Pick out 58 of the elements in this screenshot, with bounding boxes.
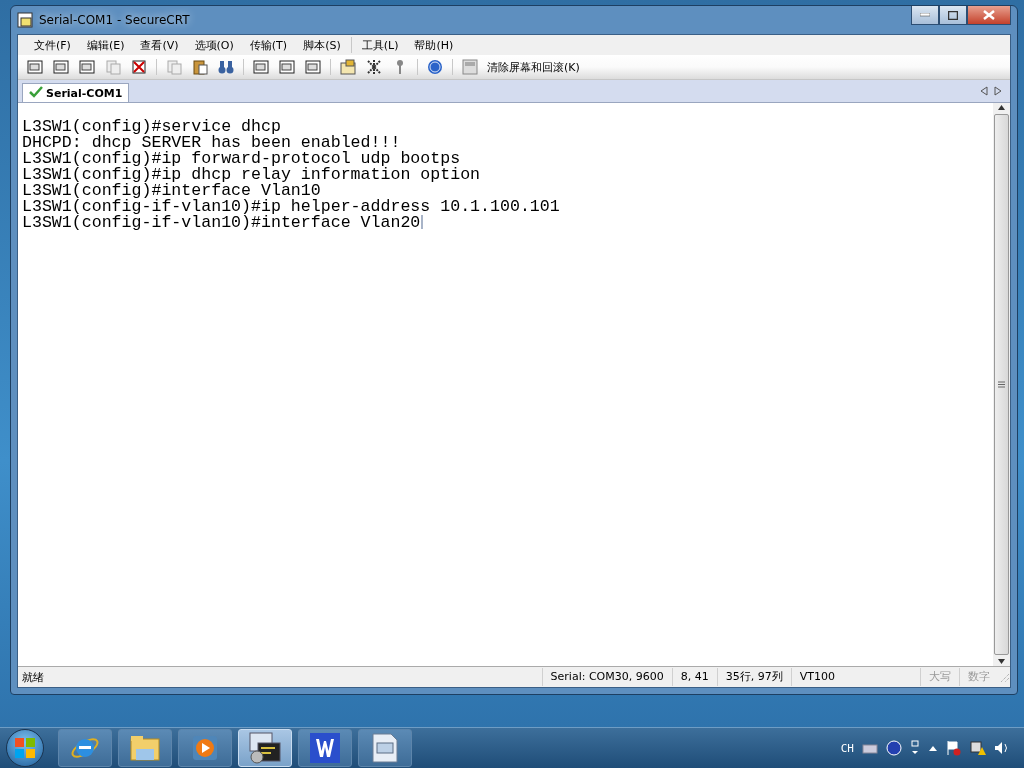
binoculars-icon bbox=[218, 59, 234, 75]
maximize-icon bbox=[948, 10, 958, 20]
scrollbar[interactable] bbox=[993, 103, 1010, 666]
windows-logo-icon bbox=[14, 737, 36, 759]
clear-button[interactable] bbox=[459, 57, 481, 77]
minimize-button[interactable] bbox=[911, 6, 939, 25]
language-indicator[interactable]: CH bbox=[840, 741, 854, 755]
tab-right-icon bbox=[994, 86, 1002, 96]
resize-grip-icon bbox=[998, 671, 1010, 683]
window-title: Serial-COM1 - SecureCRT bbox=[39, 13, 190, 27]
terminal-line: L3SW1(config-if-vlan10)#ip helper-address 10.1.100.101 bbox=[22, 197, 560, 216]
minimize-icon bbox=[920, 13, 930, 17]
status-field: VT100 bbox=[790, 668, 843, 686]
session-tab[interactable]: Serial-COM1 bbox=[22, 83, 130, 102]
status-field: 8, 41 bbox=[671, 668, 717, 686]
menu-item[interactable]: 工具(L) bbox=[353, 37, 407, 53]
menu-item[interactable]: 编辑(E) bbox=[78, 37, 133, 53]
terminal-line: L3SW1(config)#ip forward-protocol udp bootps bbox=[22, 149, 461, 168]
status-field: 数字 bbox=[959, 668, 998, 686]
tab-left-icon bbox=[980, 86, 988, 96]
check-icon bbox=[29, 85, 43, 98]
taskbar-button[interactable] bbox=[298, 729, 352, 767]
terminal-line: L3SW1(config)#ip dhcp relay information option bbox=[22, 165, 481, 184]
keyboard-icon bbox=[862, 742, 878, 754]
terminal-line: L3SW1(config)#interface Vlan10 bbox=[22, 181, 321, 200]
menu-item[interactable]: 帮助(H) bbox=[406, 37, 462, 53]
close-icon bbox=[983, 10, 995, 20]
clear-icon bbox=[462, 59, 478, 75]
show-hidden-icon bbox=[928, 744, 938, 752]
grip-icon bbox=[998, 381, 1005, 388]
play-icon bbox=[193, 736, 217, 760]
app-window-icon bbox=[17, 12, 33, 28]
copy-icon bbox=[166, 59, 182, 75]
clear-screen-button[interactable]: 清除屏幕和回滚(K) bbox=[485, 59, 582, 75]
network-warning-icon bbox=[970, 740, 986, 756]
menu-item[interactable]: 脚本(S) bbox=[295, 37, 349, 53]
close-button[interactable] bbox=[967, 6, 1011, 25]
terminal-line: L3SW1(config-if-vlan10)#interface Vlan20 bbox=[22, 213, 421, 232]
menu-item[interactable]: 选项(O) bbox=[186, 37, 242, 53]
document-w-icon bbox=[310, 733, 340, 763]
terminal-app-icon bbox=[249, 732, 281, 764]
document-icon bbox=[372, 733, 398, 763]
status-field: 大写 bbox=[920, 668, 959, 686]
paste-icon bbox=[192, 59, 208, 75]
status-field: 35行, 97列 bbox=[716, 668, 791, 686]
menu-item[interactable]: 查看(V) bbox=[132, 37, 187, 53]
terminal-line: DHCPD: dhcp SERVER has been enabled!!! bbox=[22, 133, 401, 152]
status-message: 就绪 bbox=[21, 669, 44, 685]
speaker-icon bbox=[994, 740, 1010, 756]
maximize-button[interactable] bbox=[939, 6, 967, 25]
start-button[interactable] bbox=[6, 729, 44, 767]
status-field: Serial: COM30, 9600 bbox=[541, 668, 672, 686]
menu-item[interactable]: 传输(T) bbox=[241, 37, 296, 53]
terminal-line: L3SW1(config)#service dhcp bbox=[22, 117, 281, 136]
flag-icon bbox=[946, 740, 962, 756]
scroll-down-icon bbox=[997, 657, 1006, 666]
menu-item[interactable]: 文件(F) bbox=[26, 37, 79, 53]
disconnect-icon bbox=[131, 59, 147, 75]
